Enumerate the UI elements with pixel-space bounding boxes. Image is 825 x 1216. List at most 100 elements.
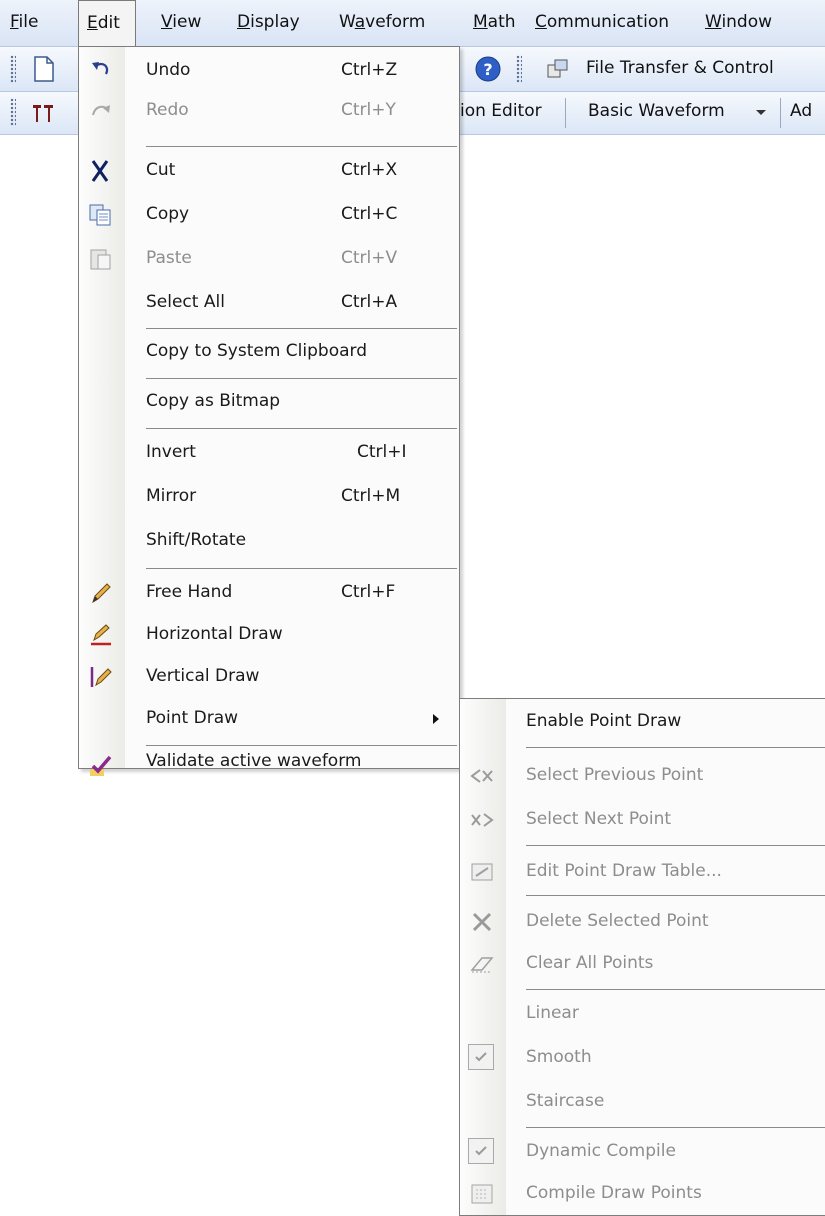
function-editor-button[interactable]: ion Editor <box>460 101 542 121</box>
menu-bar: File Edit View Display Waveform Math Com… <box>0 0 825 47</box>
menu-item-label: Point Draw <box>146 708 239 728</box>
menu-item-copy-as-bitmap[interactable]: Copy as Bitmap <box>79 382 459 422</box>
scissors-icon <box>87 157 115 185</box>
compile-icon <box>468 1180 496 1208</box>
submenu-arrow-icon <box>433 714 439 724</box>
menu-item-copy[interactable]: Copy Ctrl+C <box>79 195 459 235</box>
help-icon[interactable]: ? <box>474 55 502 88</box>
menu-label: ile <box>18 12 39 32</box>
submenu-item-enable-point-draw[interactable]: Enable Point Draw <box>460 701 825 743</box>
horizontal-pencil-icon <box>87 621 115 649</box>
submenu-item-smooth[interactable]: Smooth <box>460 1037 825 1079</box>
submenu-item-delete-selected-point[interactable]: Delete Selected Point <box>460 901 825 943</box>
pencil-icon <box>87 579 115 607</box>
menu-item-label: Validate active waveform <box>146 751 362 771</box>
menu-item-label: Select Previous Point <box>526 765 704 785</box>
menu-item-shortcut: Ctrl+V <box>341 248 398 268</box>
menu-edit[interactable]: Edit <box>78 0 136 46</box>
menu-item-paste[interactable]: Paste Ctrl+V <box>79 239 459 279</box>
menu-view[interactable]: View <box>153 0 209 46</box>
menu-item-vertical-draw[interactable]: Vertical Draw <box>79 657 459 697</box>
menu-item-label: Redo <box>146 100 189 120</box>
vertical-pencil-icon <box>87 663 115 691</box>
menu-label: indow <box>721 12 773 32</box>
menu-item-label: Invert <box>146 442 196 462</box>
menu-item-label: Cut <box>146 160 176 180</box>
menu-label: W <box>339 12 355 32</box>
menu-item-label: Select All <box>146 292 225 312</box>
menu-math[interactable]: Math <box>465 0 524 46</box>
menu-item-copy-to-system-clipboard[interactable]: Copy to System Clipboard <box>79 332 459 372</box>
menu-display[interactable]: Display <box>229 0 308 46</box>
menu-item-label: Edit Point Draw Table... <box>526 861 722 881</box>
menu-separator <box>526 1127 825 1128</box>
menu-item-label: Clear All Points <box>526 953 654 973</box>
menu-item-mirror[interactable]: Mirror Ctrl+M <box>79 477 459 517</box>
submenu-item-compile-draw-points[interactable]: Compile Draw Points <box>460 1173 825 1215</box>
menu-item-invert[interactable]: Invert Ctrl+I <box>79 433 459 473</box>
menu-item-point-draw[interactable]: Point Draw <box>79 699 459 739</box>
menu-separator <box>526 747 825 748</box>
submenu-item-linear[interactable]: Linear <box>460 993 825 1035</box>
menu-waveform[interactable]: Waveform <box>331 0 433 46</box>
menu-item-label: Shift/Rotate <box>146 530 247 550</box>
new-file-icon[interactable] <box>32 55 56 88</box>
table-icon <box>468 858 496 886</box>
file-transfer-button[interactable]: File Transfer & Control <box>586 58 774 78</box>
submenu-item-dynamic-compile[interactable]: Dynamic Compile <box>460 1131 825 1173</box>
previous-point-icon <box>468 762 496 790</box>
menu-item-label: Compile Draw Points <box>526 1183 702 1203</box>
menu-separator <box>146 428 457 429</box>
menu-separator <box>146 146 457 147</box>
paste-icon <box>87 245 115 273</box>
menu-item-shift-rotate[interactable]: Shift/Rotate <box>79 521 459 561</box>
menu-item-label: Enable Point Draw <box>526 711 682 731</box>
menu-item-label: Delete Selected Point <box>526 911 709 931</box>
menu-item-horizontal-draw[interactable]: Horizontal Draw <box>79 615 459 655</box>
toolbar-grip[interactable] <box>10 98 16 126</box>
menu-separator <box>146 568 457 569</box>
toolbar-separator <box>780 98 781 128</box>
menu-item-validate-active-waveform[interactable]: Validate active waveform <box>79 747 459 787</box>
toolbar-truncated-item[interactable]: Ad <box>790 101 812 121</box>
menu-item-cut[interactable]: Cut Ctrl+X <box>79 151 459 191</box>
menu-file[interactable]: File <box>2 0 46 46</box>
menu-item-undo[interactable]: Undo Ctrl+Z <box>79 51 459 91</box>
menu-separator <box>526 989 825 990</box>
menu-separator <box>146 745 457 746</box>
menu-item-shortcut: Ctrl+Y <box>341 100 396 120</box>
menu-item-label: Dynamic Compile <box>526 1141 676 1161</box>
chevron-down-icon[interactable] <box>756 110 766 115</box>
file-transfer-icon[interactable] <box>546 57 570 86</box>
submenu-item-clear-all-points[interactable]: Clear All Points <box>460 943 825 985</box>
toolbar-separator <box>565 98 566 128</box>
submenu-item-select-previous-point[interactable]: Select Previous Point <box>460 755 825 797</box>
delete-point-icon <box>468 908 496 936</box>
submenu-item-staircase[interactable]: Staircase <box>460 1081 825 1123</box>
undo-icon <box>87 57 115 85</box>
menu-label: ommunication <box>546 12 669 32</box>
toolbar-grip[interactable] <box>10 55 16 83</box>
menu-item-select-all[interactable]: Select All Ctrl+A <box>79 283 459 323</box>
menu-item-label: Horizontal Draw <box>146 624 283 644</box>
menu-item-label: Copy as Bitmap <box>146 391 281 411</box>
menu-label: dit <box>97 13 120 33</box>
menu-item-label: Copy <box>146 204 190 224</box>
menu-item-shortcut: Ctrl+A <box>341 292 398 312</box>
menu-label: M <box>473 12 488 32</box>
submenu-item-select-next-point[interactable]: Select Next Point <box>460 799 825 841</box>
menu-item-label: Linear <box>526 1003 579 1023</box>
toolbar-grip[interactable] <box>516 55 522 83</box>
menu-item-label: Copy to System Clipboard <box>146 341 367 361</box>
menu-item-label: Paste <box>146 248 192 268</box>
waveform-tools-icon[interactable] <box>30 100 56 131</box>
menu-window[interactable]: Window <box>697 0 780 46</box>
check-icon <box>468 1138 494 1164</box>
menu-item-label: Free Hand <box>146 582 233 602</box>
submenu-item-edit-point-draw-table[interactable]: Edit Point Draw Table... <box>460 851 825 893</box>
menu-item-label: Mirror <box>146 486 197 506</box>
menu-communication[interactable]: Communication <box>527 0 677 46</box>
menu-item-redo[interactable]: Redo Ctrl+Y <box>79 91 459 131</box>
menu-item-free-hand[interactable]: Free Hand Ctrl+F <box>79 573 459 613</box>
basic-waveform-dropdown[interactable]: Basic Waveform <box>588 101 725 121</box>
